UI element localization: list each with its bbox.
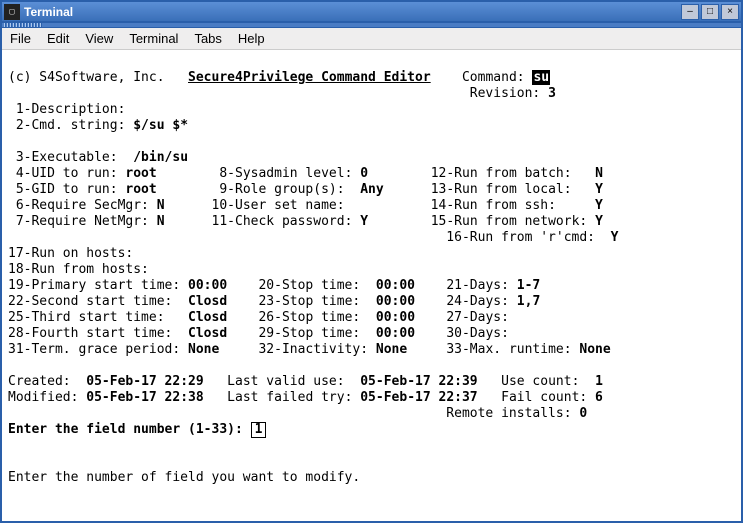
- f31-label: 31-Term. grace period:: [8, 342, 180, 357]
- last-valid-value: 05-Feb-17 22:39: [360, 374, 477, 389]
- last-fail-value: 05-Feb-17 22:37: [360, 390, 477, 405]
- prompt-input[interactable]: 1: [251, 422, 267, 438]
- created-value: 05-Feb-17 22:29: [86, 374, 203, 389]
- f16-label: 16-Run from 'r'cmd:: [446, 230, 595, 245]
- f15-label: 15-Run from network:: [431, 214, 588, 229]
- menu-view[interactable]: View: [85, 31, 113, 46]
- app-title: Secure4Privilege Command Editor: [188, 70, 431, 85]
- menu-tabs[interactable]: Tabs: [194, 31, 221, 46]
- command-label: Command:: [462, 70, 525, 85]
- f19-value: 00:00: [188, 278, 227, 293]
- f20-label: 20-Stop time:: [258, 278, 360, 293]
- copyright: (c) S4Software, Inc.: [8, 70, 165, 85]
- revision-label: Revision:: [470, 86, 540, 101]
- f31-value: None: [188, 342, 219, 357]
- command-value: su: [532, 70, 550, 85]
- menubar: File Edit View Terminal Tabs Help: [2, 28, 741, 50]
- menu-terminal[interactable]: Terminal: [129, 31, 178, 46]
- f5-label: 5-GID to run:: [16, 182, 118, 197]
- menu-help[interactable]: Help: [238, 31, 265, 46]
- f32-value: None: [376, 342, 407, 357]
- f22-label: 22-Second start time:: [8, 294, 172, 309]
- f6-label: 6-Require SecMgr:: [16, 198, 149, 213]
- f28-label: 28-Fourth start time:: [8, 326, 172, 341]
- f11-label: 11-Check password:: [212, 214, 353, 229]
- f14-value: Y: [595, 198, 603, 213]
- f2-value: $/su $*: [133, 118, 188, 133]
- menu-edit[interactable]: Edit: [47, 31, 69, 46]
- f33-value: None: [579, 342, 610, 357]
- f18-label: 18-Run from hosts:: [8, 262, 149, 277]
- close-button[interactable]: ×: [721, 4, 739, 20]
- f2-label: 2-Cmd. string:: [16, 118, 126, 133]
- f3-value: /bin/su: [133, 150, 188, 165]
- f19-label: 19-Primary start time:: [8, 278, 180, 293]
- f25-value: Closd: [188, 310, 227, 325]
- f9-value: Any: [360, 182, 383, 197]
- f4-label: 4-UID to run:: [16, 166, 118, 181]
- f26-label: 26-Stop time:: [258, 310, 360, 325]
- last-valid-label: Last valid use:: [227, 374, 344, 389]
- remote-value: 0: [579, 406, 587, 421]
- f24-value: 1,7: [517, 294, 540, 309]
- terminal-content[interactable]: (c) S4Software, Inc. Secure4Privilege Co…: [2, 50, 741, 488]
- use-count-label: Use count:: [501, 374, 579, 389]
- f29-value: 00:00: [376, 326, 415, 341]
- created-label: Created:: [8, 374, 71, 389]
- f29-label: 29-Stop time:: [258, 326, 360, 341]
- hint-text: Enter the number of field you want to mo…: [8, 470, 360, 485]
- f8-value: 0: [360, 166, 368, 181]
- f7-label: 7-Require NetMgr:: [16, 214, 149, 229]
- f33-label: 33-Max. runtime:: [446, 342, 571, 357]
- use-count-value: 1: [595, 374, 603, 389]
- f27-label: 27-Days:: [446, 310, 509, 325]
- f4-value: root: [125, 166, 156, 181]
- f16-value: Y: [611, 230, 619, 245]
- f6-value: N: [157, 198, 165, 213]
- fail-count-value: 6: [595, 390, 603, 405]
- maximize-button[interactable]: □: [701, 4, 719, 20]
- modified-label: Modified:: [8, 390, 78, 405]
- f12-value: N: [595, 166, 603, 181]
- f3-label: 3-Executable:: [16, 150, 118, 165]
- f30-label: 30-Days:: [446, 326, 509, 341]
- f21-label: 21-Days:: [446, 278, 509, 293]
- f12-label: 12-Run from batch:: [431, 166, 572, 181]
- f17-label: 17-Run on hosts:: [8, 246, 133, 261]
- minimize-button[interactable]: –: [681, 4, 699, 20]
- modified-value: 05-Feb-17 22:38: [86, 390, 203, 405]
- terminal-icon: ▢: [4, 4, 20, 20]
- f22-value: Closd: [188, 294, 227, 309]
- revision-value: 3: [548, 86, 556, 101]
- titlebar[interactable]: ▢ Terminal – □ ×: [2, 2, 741, 22]
- f10-label: 10-User set name:: [212, 198, 345, 213]
- f24-label: 24-Days:: [446, 294, 509, 309]
- f32-label: 32-Inactivity:: [258, 342, 368, 357]
- f23-label: 23-Stop time:: [258, 294, 360, 309]
- f7-value: N: [157, 214, 165, 229]
- f8-label: 8-Sysadmin level:: [219, 166, 352, 181]
- fail-count-label: Fail count:: [501, 390, 587, 405]
- f21-value: 1-7: [517, 278, 540, 293]
- f15-value: Y: [595, 214, 603, 229]
- window-controls: – □ ×: [681, 4, 739, 20]
- f9-label: 9-Role group(s):: [219, 182, 344, 197]
- f1-label: 1-Description:: [16, 102, 126, 117]
- f5-value: root: [125, 182, 156, 197]
- f13-value: Y: [595, 182, 603, 197]
- f11-value: Y: [360, 214, 368, 229]
- window-title: Terminal: [24, 5, 681, 19]
- terminal-window: ▢ Terminal – □ × File Edit View Terminal…: [0, 0, 743, 523]
- f14-label: 14-Run from ssh:: [431, 198, 556, 213]
- prompt-text: Enter the field number (1-33):: [8, 422, 243, 437]
- menu-file[interactable]: File: [10, 31, 31, 46]
- last-fail-label: Last failed try:: [227, 390, 352, 405]
- f23-value: 00:00: [376, 294, 415, 309]
- f26-value: 00:00: [376, 310, 415, 325]
- f28-value: Closd: [188, 326, 227, 341]
- f20-value: 00:00: [376, 278, 415, 293]
- f25-label: 25-Third start time:: [8, 310, 165, 325]
- f13-label: 13-Run from local:: [431, 182, 572, 197]
- remote-label: Remote installs:: [446, 406, 571, 421]
